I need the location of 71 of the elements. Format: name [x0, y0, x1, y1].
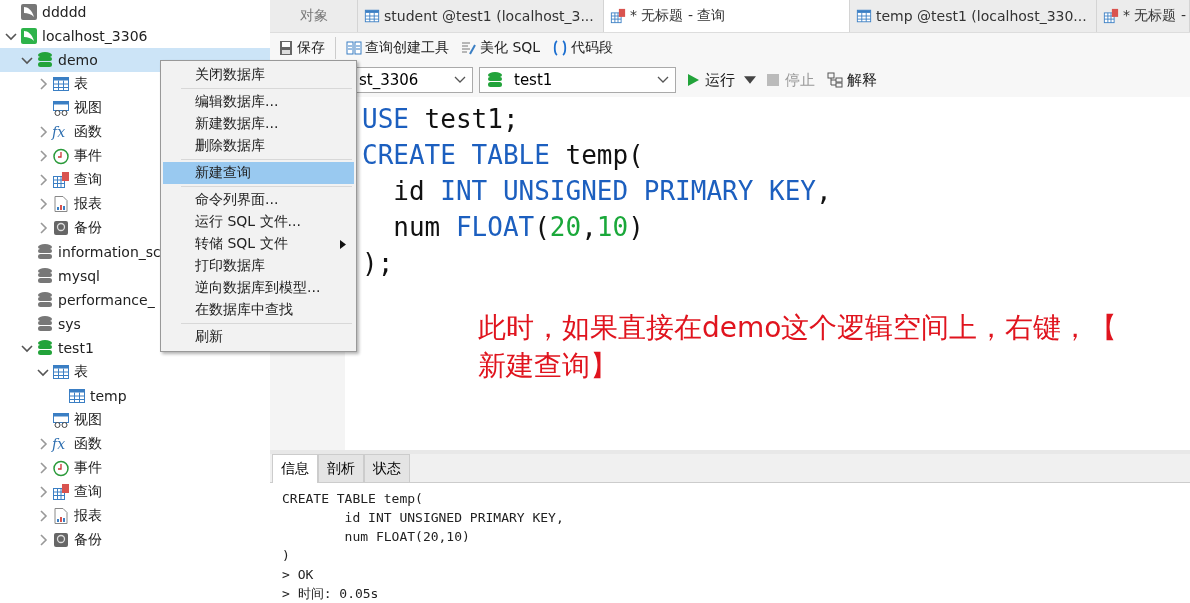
code-line: ); — [362, 247, 395, 281]
tree-item[interactable]: localhost_3306 — [0, 24, 270, 48]
clock-icon — [52, 459, 70, 477]
tree-item[interactable]: 视图 — [0, 408, 270, 432]
table-icon — [52, 363, 70, 381]
toolbar-button[interactable]: 查询创建工具 — [344, 37, 451, 60]
tab[interactable]: 信息 — [272, 454, 318, 483]
query-icon — [1103, 8, 1119, 24]
code-line: USE test1; — [362, 103, 520, 137]
play-icon — [685, 72, 701, 89]
database-icon — [36, 291, 54, 309]
output-line: > OK — [282, 566, 315, 584]
tab[interactable]: 剖析 — [318, 454, 364, 482]
query-icon — [52, 171, 70, 189]
database-icon — [36, 267, 54, 285]
tree-item[interactable]: temp — [0, 384, 270, 408]
output-line: id INT UNSIGNED PRIMARY KEY, — [343, 509, 565, 527]
report-icon — [52, 195, 70, 213]
code-line: id INT UNSIGNED PRIMARY KEY, — [392, 175, 832, 209]
toolbar-button[interactable]: 代码段 — [550, 37, 616, 60]
tree-item[interactable]: ddddd — [0, 0, 270, 24]
toolbar-button[interactable]: 美化 SQL — [459, 37, 543, 60]
toolbar-button[interactable]: 运行 — [682, 70, 738, 90]
report-icon — [52, 507, 70, 525]
view-icon — [52, 411, 70, 429]
annotation-text: 此时，如果直接在demo这个逻辑空间上，右键，【新建查询】 — [478, 310, 1119, 385]
view-icon — [52, 99, 70, 117]
server-icon — [20, 3, 38, 21]
output-line: CREATE TABLE temp( — [282, 490, 424, 508]
tree-item[interactable]: 报表 — [0, 504, 270, 528]
output-line: ) — [282, 547, 291, 565]
menu-item[interactable]: 新建查询 — [163, 162, 354, 184]
tab[interactable]: * 无标题 - 查询 — [604, 0, 850, 32]
stop-icon — [765, 72, 781, 89]
backup-icon — [52, 219, 70, 237]
brush-icon — [461, 40, 477, 57]
database-icon — [36, 339, 54, 357]
tab[interactable]: 状态 — [364, 454, 410, 482]
query-icon — [610, 8, 626, 24]
clock-icon — [52, 147, 70, 165]
tree-item[interactable]: 查询 — [0, 480, 270, 504]
database-icon — [486, 71, 504, 90]
database-icon — [36, 315, 54, 333]
explain-icon — [827, 72, 843, 89]
builder-icon — [346, 40, 362, 57]
function-icon: fx — [52, 435, 70, 453]
tree-item[interactable]: 表 — [0, 360, 270, 384]
caret-icon — [454, 76, 466, 85]
toolbar-button[interactable]: 保存 — [276, 37, 327, 60]
code-line: num FLOAT(20,10) — [392, 211, 645, 245]
function-icon: fx — [52, 123, 70, 141]
server-icon — [20, 27, 38, 45]
database-icon — [36, 243, 54, 261]
save-icon — [278, 40, 294, 57]
backup-icon — [52, 531, 70, 549]
table-icon — [364, 8, 380, 24]
caret-icon — [657, 76, 669, 85]
tree-item[interactable]: 备份 — [0, 528, 270, 552]
output-line: > 时间: 0.05s — [282, 585, 380, 603]
toolbar-button[interactable]: 解释 — [824, 70, 880, 90]
code-line: CREATE TABLE temp( — [362, 139, 645, 173]
table-icon — [856, 8, 872, 24]
database-icon — [36, 51, 54, 69]
dropdown[interactable]: test1 — [479, 67, 676, 94]
tree-item[interactable]: 事件 — [0, 456, 270, 480]
parentheses-icon — [552, 40, 569, 57]
tree-item[interactable]: fx 函数 — [0, 432, 270, 456]
table-icon — [52, 75, 70, 93]
query-icon — [52, 483, 70, 501]
output-line: num FLOAT(20,10) — [343, 528, 471, 546]
table-icon — [68, 387, 86, 405]
